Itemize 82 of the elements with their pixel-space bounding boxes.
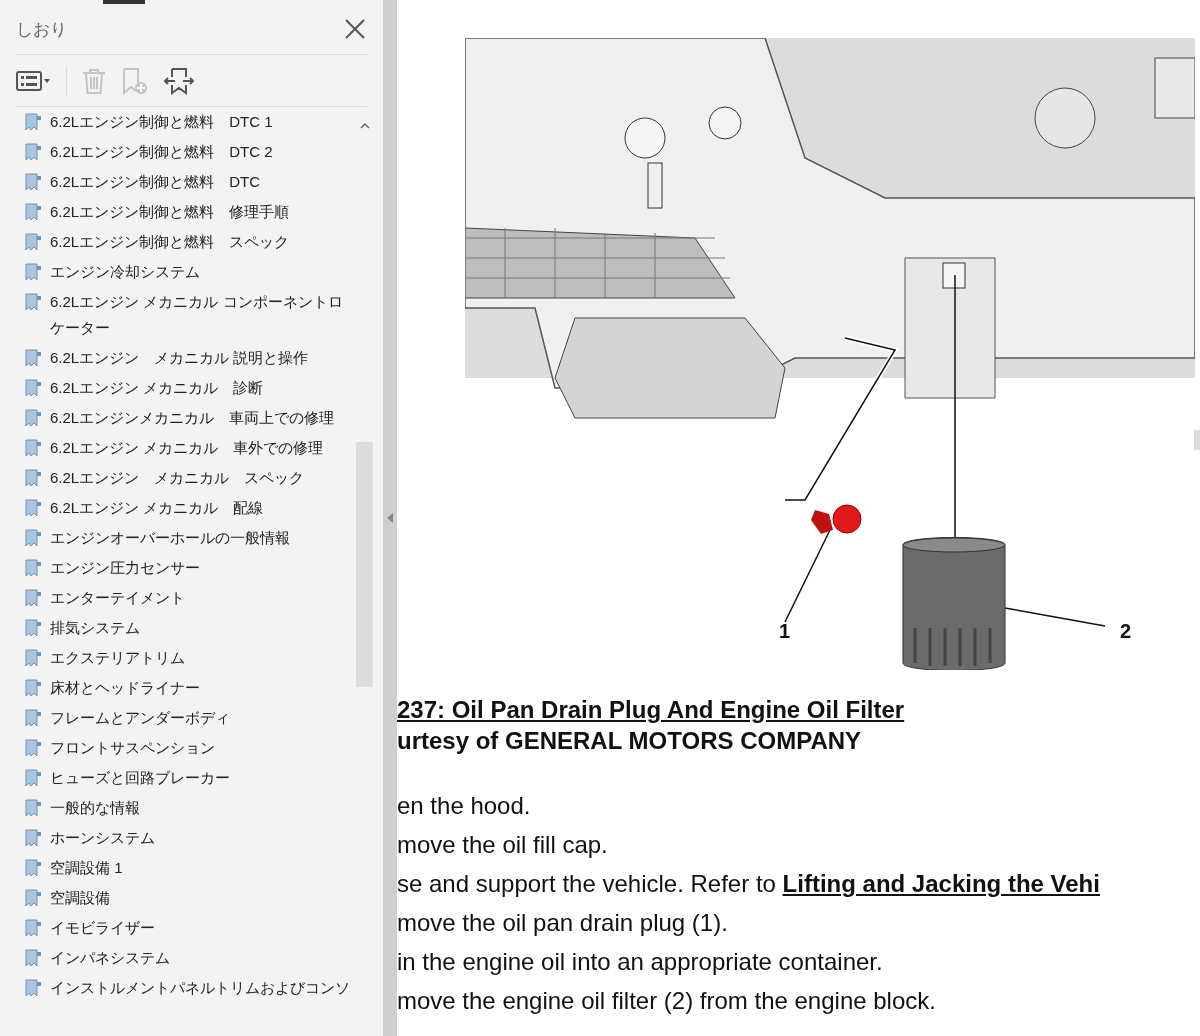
bookmark-item[interactable]: 床材とヘッドライナー	[24, 673, 353, 703]
bookmark-item[interactable]: 排気システム	[24, 613, 353, 643]
bookmark-item[interactable]: ヒューズと回路ブレーカー	[24, 763, 353, 793]
bookmark-item[interactable]: エンジンオーバーホールの一般情報	[24, 523, 353, 553]
bookmark-item[interactable]: フロントサスペンション	[24, 733, 353, 763]
bookmark-item[interactable]: 6.2Lエンジン メカニカル 配線	[24, 493, 353, 523]
instruction-step: move the oil fill cap.	[397, 825, 1200, 864]
bookmark-icon	[24, 918, 44, 938]
instruction-step: move the oil pan drain plug (1).	[397, 903, 1200, 942]
bookmark-item[interactable]: エンターテイメント	[24, 583, 353, 613]
list-options-icon	[16, 69, 52, 92]
scroll-up-icon[interactable]	[358, 121, 371, 131]
panel-title: しおり	[16, 18, 67, 41]
courtesy-line: urtesy of GENERAL MOTORS COMPANY	[397, 726, 862, 756]
bookmark-icon	[24, 232, 44, 252]
bookmark-add-icon	[121, 66, 149, 95]
bookmark-icon	[24, 858, 44, 878]
scroll-marker	[1194, 430, 1200, 450]
bookmark-icon	[24, 888, 44, 908]
bookmark-icon	[24, 202, 44, 222]
bookmark-item[interactable]: エクステリアトリム	[24, 643, 353, 673]
active-tab-indicator	[103, 0, 145, 4]
bookmark-item[interactable]: イモビライザー	[24, 913, 353, 943]
bookmark-item[interactable]: 空調設備 1	[24, 853, 353, 883]
bookmark-item[interactable]: 6.2Lエンジン メカニカル スペック	[24, 463, 353, 493]
bookmark-icon	[24, 738, 44, 758]
bookmark-icon	[24, 172, 44, 192]
bookmark-icon	[24, 828, 44, 848]
collapse-icon	[386, 512, 394, 524]
figure-caption: 237: Oil Pan Drain Plug And Engine Oil Filter	[397, 695, 905, 725]
bookmark-icon	[24, 588, 44, 608]
close-button[interactable]	[343, 17, 367, 41]
reference-link[interactable]: Lifting and Jacking the Vehi	[782, 870, 1100, 897]
bookmark-item[interactable]: 6.2Lエンジン制御と燃料 DTC 1	[24, 107, 353, 137]
bookmark-icon	[24, 768, 44, 788]
options-button[interactable]	[16, 69, 52, 92]
bookmark-icon	[24, 438, 44, 458]
bookmark-item[interactable]: 6.2Lエンジン メカニカル コンポーネントロケーター	[24, 287, 353, 343]
bookmark-icon	[24, 798, 44, 818]
bookmark-item[interactable]: ホーンシステム	[24, 823, 353, 853]
bookmark-icon	[24, 648, 44, 668]
callout-number: 2	[1120, 620, 1132, 642]
bookmark-icon	[24, 528, 44, 548]
bookmark-icon	[24, 498, 44, 518]
bookmark-icon	[24, 558, 44, 578]
bookmark-item[interactable]: 一般的な情報	[24, 793, 353, 823]
instruction-step: se and support the vehicle. Refer to Lifting and Jacking the Vehi	[397, 864, 1200, 903]
bookmark-icon	[24, 262, 44, 282]
bookmark-icon	[24, 378, 44, 398]
bookmark-item[interactable]: インパネシステム	[24, 943, 353, 973]
bookmark-expand-icon	[163, 66, 195, 95]
bookmark-item[interactable]: 6.2Lエンジン制御と燃料 修理手順	[24, 197, 353, 227]
bookmark-icon	[24, 142, 44, 162]
bookmark-item[interactable]: エンジン冷却システム	[24, 257, 353, 287]
bookmark-item[interactable]: 6.2Lエンジン メカニカル 説明と操作	[24, 343, 353, 373]
bookmark-item[interactable]: エンジン圧力センサー	[24, 553, 353, 583]
bookmark-item[interactable]: 6.2Lエンジン制御と燃料 スペック	[24, 227, 353, 257]
expand-button[interactable]	[163, 66, 195, 95]
trash-icon	[81, 66, 107, 95]
bookmark-icon	[24, 348, 44, 368]
bookmark-item[interactable]: インストルメントパネルトリムおよびコンソ	[24, 973, 353, 1003]
instruction-step: in the engine oil into an appropriate container.	[397, 942, 1200, 981]
bookmark-icon	[24, 948, 44, 968]
bookmark-item[interactable]: 6.2Lエンジン メカニカル 車外での修理	[24, 433, 353, 463]
bookmark-item[interactable]: 6.2Lエンジン メカニカル 診断	[24, 373, 353, 403]
bookmark-icon	[24, 618, 44, 638]
bookmark-icon	[24, 112, 44, 132]
callout-number: 1	[779, 620, 791, 642]
bookmark-item[interactable]: 6.2Lエンジン制御と燃料 DTC 2	[24, 137, 353, 167]
bookmark-icon	[24, 292, 44, 312]
instruction-step: move the engine oil filter (2) from the engine block.	[397, 981, 1200, 1020]
close-icon	[345, 19, 365, 39]
bookmark-icon	[24, 978, 44, 998]
bookmark-item[interactable]: 6.2Lエンジン制御と燃料 DTC	[24, 167, 353, 197]
bookmark-item[interactable]: 空調設備	[24, 883, 353, 913]
bookmark-icon	[24, 708, 44, 728]
bookmark-icon	[24, 468, 44, 488]
bookmark-icon	[24, 678, 44, 698]
bookmark-item[interactable]: 6.2Lエンジンメカニカル 車両上での修理	[24, 403, 353, 433]
bookmark-item[interactable]: フレームとアンダーボディ	[24, 703, 353, 733]
instruction-step: en the hood.	[397, 786, 1200, 825]
bookmark-icon	[24, 408, 44, 428]
